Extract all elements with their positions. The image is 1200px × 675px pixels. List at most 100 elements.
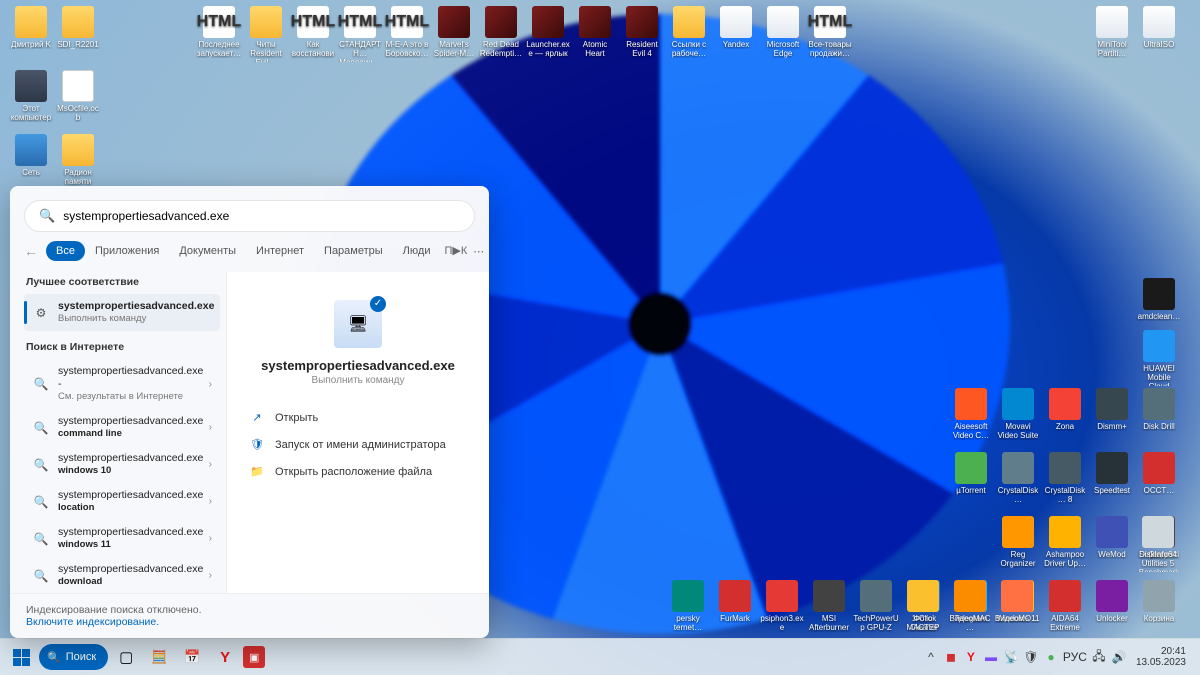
- web-result[interactable]: 🔍systempropertiesadvanced.exewindows 11›: [24, 520, 220, 557]
- tray-icon[interactable]: Y: [962, 642, 980, 672]
- back-icon[interactable]: ←: [24, 243, 38, 259]
- tray-icon[interactable]: ▬: [982, 642, 1000, 672]
- web-result[interactable]: 🔍systempropertiesadvanced.exe -См. резул…: [24, 359, 220, 409]
- desktop-icon[interactable]: Ссылки с рабоче…: [666, 6, 712, 58]
- app-icon: [1096, 452, 1128, 484]
- desktop-icon[interactable]: HTMLПоследнее запускает…: [196, 6, 242, 58]
- desktop-icon[interactable]: Microsoft Edge: [760, 6, 806, 58]
- desktop-icon[interactable]: Читы Resident Evil…: [243, 6, 289, 62]
- desktop-icon[interactable]: Disk Drill: [1136, 388, 1182, 431]
- search-tab-nav[interactable]: ▶: [452, 245, 460, 257]
- desktop-icon[interactable]: Dismm+: [1089, 388, 1135, 431]
- search-box[interactable]: 🔍: [24, 200, 475, 232]
- desktop-icon[interactable]: OCCT…: [1136, 452, 1182, 495]
- search-tab[interactable]: Люди: [393, 241, 441, 261]
- network-icon[interactable]: 🖧: [1090, 642, 1108, 672]
- desktop-icon[interactable]: Movavi Video Suite: [995, 388, 1041, 440]
- html-icon: HTML: [297, 6, 329, 38]
- volume-icon[interactable]: 🔊: [1110, 642, 1128, 672]
- pinned-app[interactable]: 🧮: [144, 642, 174, 672]
- desktop-icon[interactable]: HTMLСТАНДАРТН… Мелодии…: [337, 6, 383, 62]
- task-view[interactable]: ▢: [111, 642, 141, 672]
- icon-label: Все-товары продажи…: [807, 40, 853, 58]
- desktop-icon[interactable]: AIDA64 Extreme: [1042, 580, 1088, 632]
- pinned-app[interactable]: 📅: [177, 642, 207, 672]
- desktop-icon[interactable]: Yandex: [713, 6, 759, 49]
- desktop-icon[interactable]: Этот компьютер: [8, 70, 54, 122]
- desktop-icon[interactable]: Launcher.exe — ярлык: [525, 6, 571, 58]
- desktop-icon[interactable]: ВидеоМО…: [994, 580, 1040, 623]
- desktop-icon[interactable]: Корзина: [1136, 580, 1182, 623]
- tray-icon[interactable]: 🛡: [1022, 642, 1040, 672]
- more-icon[interactable]: ⋯: [473, 245, 485, 258]
- desktop-icon[interactable]: SDI_R2201: [55, 6, 101, 49]
- folder-icon: [250, 6, 282, 38]
- desktop-icon[interactable]: CrystalDisk… 8: [1042, 452, 1088, 504]
- desktop-icon[interactable]: HTMLКак восстанови…: [290, 6, 336, 62]
- search-tabs: ← ВсеПриложенияДокументыИнтернетПараметр…: [10, 240, 489, 272]
- preview-action[interactable]: 📁Открыть расположение файла: [245, 458, 471, 485]
- desktop-icon[interactable]: Resident Evil 4: [619, 6, 665, 58]
- desktop-icon[interactable]: Ashampoo Driver Up…: [1042, 516, 1088, 568]
- desktop-icon[interactable]: Zona: [1042, 388, 1088, 431]
- desktop-icon[interactable]: DiskInfo64: [1135, 516, 1181, 559]
- preview-action[interactable]: ↗Открыть: [245, 404, 471, 431]
- search-tab[interactable]: Параметры: [314, 241, 393, 261]
- desktop-icon[interactable]: Red Dead Redempti…: [478, 6, 524, 58]
- search-tab-nav[interactable]: К: [461, 245, 467, 257]
- desktop-icon[interactable]: µTorrent: [948, 452, 994, 495]
- desktop-icon[interactable]: amdclean…: [1136, 278, 1182, 321]
- tray-icon[interactable]: 📡: [1002, 642, 1020, 672]
- search-tab[interactable]: Документы: [169, 241, 246, 261]
- desktop-icon[interactable]: Speedtest: [1089, 452, 1135, 495]
- desktop-icon[interactable]: Marvel's Spider-M…: [431, 6, 477, 58]
- taskbar-search[interactable]: 🔍Поиск: [39, 644, 108, 670]
- web-result[interactable]: 🔍systempropertiesadvanced.exewindows 10›: [24, 446, 220, 483]
- desktop-icon[interactable]: FurMark: [712, 580, 758, 623]
- desktop-icon[interactable]: MiniTool Partiti…: [1089, 6, 1135, 58]
- web-result[interactable]: 🔍systempropertiesadvanced.exelocation›: [24, 483, 220, 520]
- desktop-icon[interactable]: UltraISO: [1136, 6, 1182, 49]
- desktop-icon[interactable]: Atomic Heart: [572, 6, 618, 58]
- preview-action[interactable]: 🛡Запуск от имени администратора: [245, 431, 471, 458]
- tray-chevron-icon[interactable]: ^: [922, 642, 940, 672]
- desktop-icon[interactable]: Unlocker: [1089, 580, 1135, 623]
- desktop-icon[interactable]: persky ternet…: [665, 580, 711, 632]
- desktop-icon[interactable]: Радион памяти: [55, 134, 101, 186]
- desktop-icon[interactable]: Reg Organizer: [995, 516, 1041, 568]
- game-icon: [579, 6, 611, 38]
- web-result[interactable]: 🔍systempropertiesadvanced.exedownload›: [24, 557, 220, 593]
- result-best[interactable]: ⚙ systempropertiesadvanced.exe Выполнить…: [24, 294, 220, 331]
- desktop-icon[interactable]: HUAWEI Mobile Cloud: [1136, 330, 1182, 386]
- desktop-icon[interactable]: WeMod: [1089, 516, 1135, 559]
- desktop-icon[interactable]: CrystalDisk…: [995, 452, 1041, 504]
- icon-label: CrystalDisk… 8: [1042, 486, 1088, 504]
- start-button[interactable]: [6, 642, 36, 672]
- web-result[interactable]: 🔍systempropertiesadvanced.execommand lin…: [24, 409, 220, 446]
- desktop-icon[interactable]: HTMLM-E-A это в Боровско…: [384, 6, 430, 58]
- search-tab[interactable]: Все: [46, 241, 85, 261]
- chevron-right-icon: ›: [209, 459, 212, 470]
- app-icon: [672, 580, 704, 612]
- desktop-icon[interactable]: MsOcfile.ocb: [55, 70, 101, 122]
- desktop-icon[interactable]: MSI Afterburner: [806, 580, 852, 632]
- desktop-icon[interactable]: HTMLВсе-товары продажи…: [807, 6, 853, 58]
- pinned-app[interactable]: Y: [210, 642, 240, 672]
- tray-icon[interactable]: ◼: [942, 642, 960, 672]
- clock[interactable]: 20:41 13.05.2023: [1130, 646, 1192, 669]
- tray-icon[interactable]: ●: [1042, 642, 1060, 672]
- pinned-app[interactable]: ▣: [243, 646, 265, 668]
- search-tab[interactable]: Приложения: [85, 241, 169, 261]
- desktop-icon[interactable]: Фото МАСТЕР: [900, 580, 946, 632]
- enable-indexing-link[interactable]: Включите индексирование.: [26, 616, 159, 628]
- search-tab[interactable]: Интернет: [246, 241, 314, 261]
- desktop-icon[interactable]: ВидеоМАС…: [947, 580, 993, 632]
- search-input[interactable]: [63, 209, 460, 223]
- desktop-icon[interactable]: Aiseesoft Video C…: [948, 388, 994, 440]
- desktop-icon[interactable]: Сеть: [8, 134, 54, 177]
- language-indicator[interactable]: РУС: [1062, 642, 1088, 672]
- desktop-icon[interactable]: TechPowerUp GPU-Z: [853, 580, 899, 632]
- icon-label: MsOcfile.ocb: [55, 104, 101, 122]
- desktop-icon[interactable]: psiphon3.exe: [759, 580, 805, 632]
- desktop-icon[interactable]: Дмитрий K: [8, 6, 54, 49]
